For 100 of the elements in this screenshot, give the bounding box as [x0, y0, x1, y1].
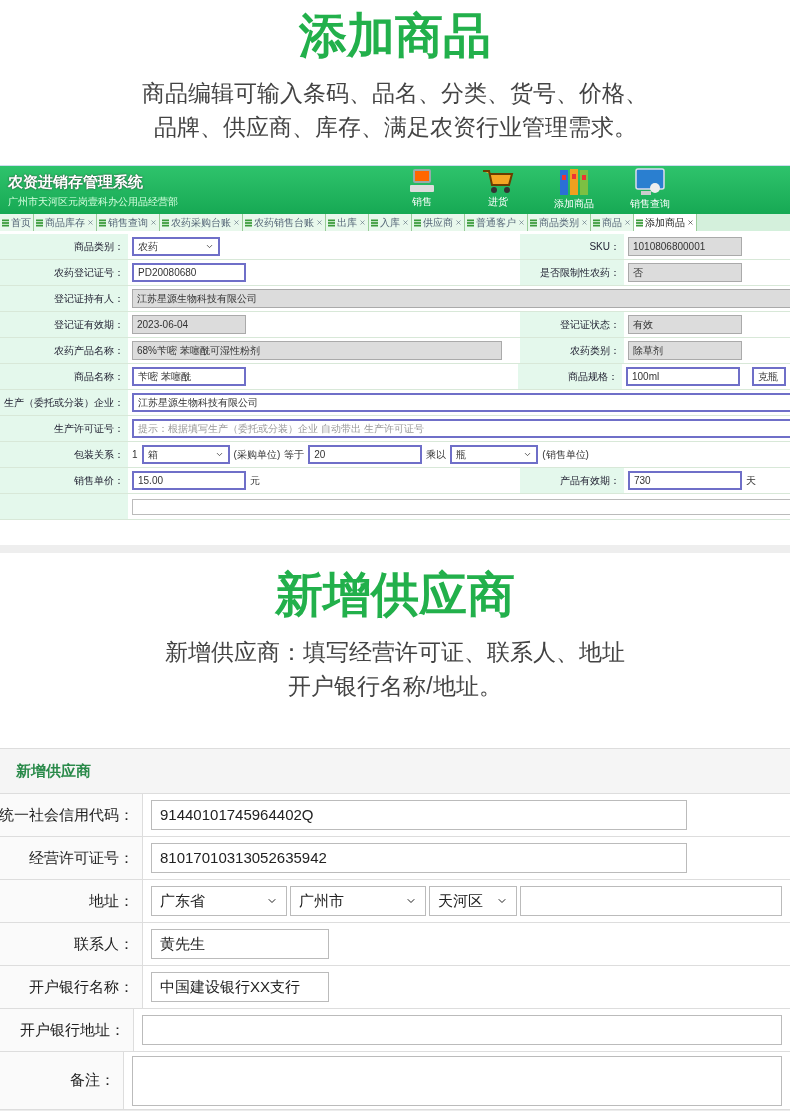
select-field[interactable]: 瓶 — [450, 445, 539, 464]
close-icon[interactable] — [455, 219, 462, 226]
field-label: 商品规格： — [518, 364, 622, 389]
readonly-field: 1010806800001 — [628, 237, 742, 256]
input-field[interactable]: 100ml — [626, 367, 740, 386]
close-icon[interactable] — [581, 219, 588, 226]
field-label: 备注： — [0, 1052, 124, 1109]
readonly-field: 江苏星源生物科技有限公司 — [132, 289, 790, 308]
tab[interactable]: 商品类别 — [528, 214, 591, 231]
field-label: 登记证有效期： — [0, 312, 128, 337]
list-icon — [162, 218, 169, 227]
tab[interactable]: 出库 — [326, 214, 369, 231]
field-label: SKU： — [520, 234, 624, 259]
input-field[interactable]: 苄嘧 苯噻酰 — [132, 367, 246, 386]
field-label: 地址： — [0, 880, 143, 922]
input-field[interactable] — [142, 1015, 782, 1045]
tab-label: 销售查询 — [108, 216, 148, 230]
field-label: 开户银行名称： — [0, 966, 143, 1008]
tab[interactable]: 首页 — [0, 214, 34, 231]
app-subtitle: 广州市天河区元岗壹科办公用品经营部 — [8, 194, 179, 209]
field-text: (销售单位) — [542, 448, 589, 462]
text-area[interactable] — [132, 498, 790, 515]
tab[interactable]: 销售查询 — [97, 214, 160, 231]
readonly-field: 除草剂 — [628, 341, 742, 360]
tab[interactable]: 商品库存 — [34, 214, 97, 231]
readonly-field: 否 — [628, 263, 742, 282]
close-icon[interactable] — [624, 219, 631, 226]
close-icon[interactable] — [233, 219, 240, 226]
input-field[interactable]: 15.00 — [132, 471, 246, 490]
dropdown-icon — [523, 450, 533, 459]
input-field[interactable]: 克瓶 — [752, 367, 786, 386]
readonly-field: 68%苄嘧 苯噻酰可湿性粉剂 — [132, 341, 502, 360]
list-icon — [328, 218, 335, 227]
field-label: 产品有效期： — [520, 468, 624, 493]
field-text: 1 — [132, 448, 138, 462]
select-field[interactable]: 箱 — [141, 445, 230, 464]
tab[interactable]: 添加商品 — [634, 214, 697, 231]
input-field[interactable]: PD20080680 — [132, 263, 246, 282]
list-icon — [245, 218, 252, 227]
list-icon — [414, 218, 421, 227]
dropdown-icon — [205, 242, 214, 251]
field-label: 开户银行地址： — [0, 1009, 134, 1051]
close-icon[interactable] — [359, 219, 366, 226]
input-field[interactable]: 江苏星源生物科技有限公司 — [132, 393, 790, 412]
tab[interactable]: 供应商 — [412, 214, 465, 231]
list-icon — [2, 218, 9, 227]
tab[interactable]: 普通客户 — [465, 214, 528, 231]
input-field[interactable]: 730 — [628, 471, 742, 490]
tab-label: 商品库存 — [45, 216, 85, 230]
section-description: 开户银行名称/地址。 — [288, 672, 502, 701]
app-title: 农资进销存管理系统 — [8, 172, 144, 193]
list-icon — [467, 218, 474, 227]
list-icon — [371, 218, 378, 227]
list-icon — [36, 218, 43, 227]
readonly-field: 2023-06-04 — [132, 315, 246, 334]
field-text: (采购单位) — [233, 448, 281, 462]
select-field[interactable]: 广州市 — [290, 886, 426, 916]
tab[interactable]: 商品 — [591, 214, 634, 231]
list-icon — [530, 218, 537, 227]
tab[interactable]: 农药采购台账 — [160, 214, 243, 231]
input-field[interactable]: 提示：根据填写生产（委托或分装）企业 自动带出 生产许可证号 — [132, 419, 790, 438]
tab[interactable]: 入库 — [369, 214, 412, 231]
field-label: 商品类别： — [0, 234, 128, 259]
input-field[interactable]: 91440101745964402Q — [151, 800, 687, 830]
dropdown-icon — [214, 450, 224, 459]
field-text: 乘以 — [426, 448, 447, 462]
close-icon[interactable] — [402, 219, 409, 226]
field-label: 生产（委托或分装）企业： — [0, 390, 128, 415]
input-field[interactable] — [520, 886, 782, 916]
section-description: 商品编辑可输入条码、品名、分类、货号、价格、 — [142, 79, 648, 108]
tab-label: 商品 — [602, 216, 622, 230]
list-icon — [99, 218, 106, 227]
input-field[interactable]: 中国建设银行XX支行 — [151, 972, 329, 1002]
select-field[interactable]: 农药 — [132, 237, 220, 256]
field-label: 登记证持有人： — [0, 286, 128, 311]
select-field[interactable]: 天河区 — [429, 886, 517, 916]
select-field[interactable]: 广东省 — [151, 886, 287, 916]
binders-icon — [559, 168, 589, 197]
close-icon[interactable] — [150, 219, 157, 226]
close-icon[interactable] — [518, 219, 525, 226]
close-icon[interactable] — [87, 219, 94, 226]
field-label: 经营许可证号： — [0, 837, 143, 879]
field-text: 等于 — [284, 448, 305, 462]
tab-label: 添加商品 — [645, 216, 685, 230]
section-title: 新增供应商 — [275, 567, 515, 623]
cart-icon — [482, 168, 514, 195]
close-icon[interactable] — [316, 219, 323, 226]
tab-label: 供应商 — [423, 216, 453, 230]
close-icon[interactable] — [687, 219, 694, 226]
input-field[interactable]: 81017010313052635942 — [151, 843, 687, 873]
section-description: 品牌、供应商、库存、满足农资行业管理需求。 — [153, 113, 637, 142]
input-field[interactable]: 20 — [308, 445, 423, 464]
input-field[interactable]: 黄先生 — [151, 929, 329, 959]
tab[interactable]: 农药销售台账 — [243, 214, 326, 231]
text-area[interactable] — [132, 1055, 782, 1106]
field-label: 农药类别： — [520, 338, 624, 363]
field-label: 登记证状态： — [520, 312, 624, 337]
field-text: 天 — [746, 474, 756, 488]
field-label: 农药产品名称： — [0, 338, 128, 363]
field-label: 是否限制性农药： — [520, 260, 624, 285]
